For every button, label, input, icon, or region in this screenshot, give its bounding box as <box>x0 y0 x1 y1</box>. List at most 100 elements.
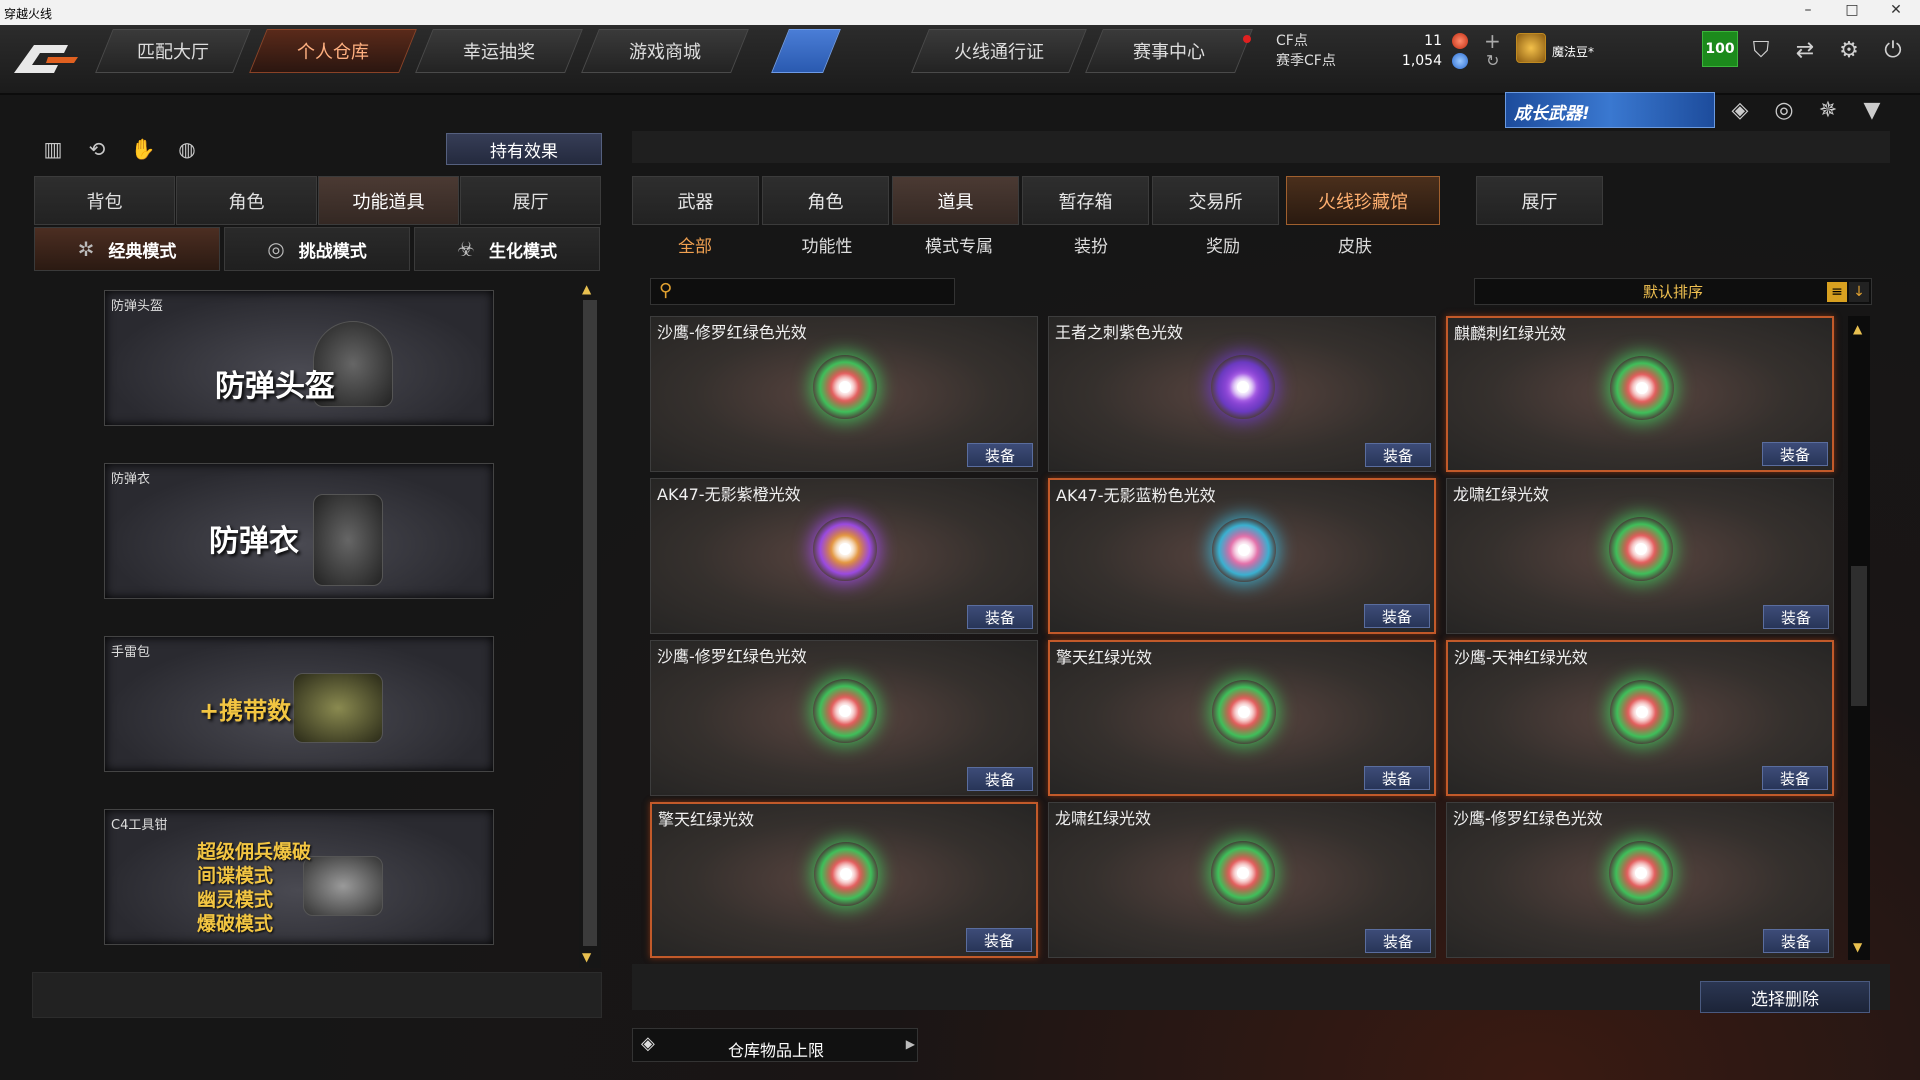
wings-icon[interactable]: ▼ <box>1856 94 1888 126</box>
equip-button[interactable]: 装备 <box>1762 766 1828 790</box>
target-icon[interactable]: ◎ <box>1768 94 1800 126</box>
refresh-icon[interactable]: ↻ <box>1486 51 1499 70</box>
history-icon[interactable]: ⟲ <box>82 134 112 164</box>
equip-button[interactable]: 装备 <box>1763 605 1829 629</box>
owned-effects-button[interactable]: 持有效果 <box>446 133 602 165</box>
left-tab-character[interactable]: 角色 <box>176 176 317 225</box>
currency-values: 11 1,054 <box>1386 31 1442 71</box>
list-item-grenade-pack[interactable]: 手雷包 +携带数 <box>104 636 494 772</box>
left-tab-functional-items[interactable]: 功能道具 <box>318 176 459 225</box>
expand-arrow-icon[interactable]: ▶ <box>906 1037 915 1051</box>
subtab-rewards[interactable]: 奖励 <box>1173 232 1273 257</box>
equip-button[interactable]: 装备 <box>1763 929 1829 953</box>
close-icon[interactable]: ✕ <box>1876 2 1916 18</box>
hand-icon[interactable]: ✋ <box>128 134 158 164</box>
nav-tab-blue-button[interactable] <box>771 29 841 73</box>
mode-tab-classic[interactable]: ✲ 经典模式 <box>34 227 220 271</box>
list-item-c4-pliers[interactable]: C4工具钳 超级佣兵爆破 间谍模式 幽灵模式 爆破模式 <box>104 809 494 945</box>
power-icon[interactable]: ⏻ <box>1876 33 1910 67</box>
crossed-swords-icon[interactable]: ✵ <box>1812 94 1844 126</box>
nav-tab-battle-pass[interactable]: 火线通行证 <box>911 29 1087 73</box>
subtab-functional[interactable]: 功能性 <box>777 232 877 257</box>
equip-button[interactable]: 装备 <box>967 443 1033 467</box>
nav-tab-events[interactable]: 赛事中心 <box>1085 29 1253 73</box>
growth-weapon-banner[interactable]: 成长武器! <box>1505 92 1715 128</box>
nav-tab-warehouse[interactable]: 个人仓库 <box>249 29 417 73</box>
subtab-cosmetic[interactable]: 装扮 <box>1041 232 1141 257</box>
nav-tab-match-lobby[interactable]: 匹配大厅 <box>95 29 251 73</box>
scroll-up-icon[interactable]: ▲ <box>582 282 591 296</box>
level-badge[interactable]: 100 <box>1702 31 1738 67</box>
maximize-icon[interactable]: □ <box>1832 2 1872 18</box>
search-input[interactable]: ⚲ <box>650 278 955 305</box>
gear-icon[interactable]: ⚙ <box>1832 33 1866 67</box>
right-tab-storage[interactable]: 暂存箱 <box>1022 176 1149 225</box>
subtab-mode-exclusive[interactable]: 模式专属 <box>909 232 1009 257</box>
left-tab-showroom[interactable]: 展厅 <box>460 176 601 225</box>
avatar[interactable] <box>1516 33 1546 63</box>
right-tab-character[interactable]: 角色 <box>762 176 889 225</box>
equip-button[interactable]: 装备 <box>1364 604 1430 628</box>
subtab-skins[interactable]: 皮肤 <box>1305 232 1405 257</box>
right-scrollbar[interactable]: ▲ ▼ <box>1848 316 1870 960</box>
list-item-armor[interactable]: 防弹衣 防弹衣 <box>104 463 494 599</box>
bag-icon[interactable]: ◍ <box>172 134 202 164</box>
right-tab-items[interactable]: 道具 <box>892 176 1019 225</box>
nav-tab-lucky-draw[interactable]: 幸运抽奖 <box>415 29 583 73</box>
right-tab-exchange[interactable]: 交易所 <box>1152 176 1279 225</box>
item-card[interactable]: 龙啸红绿光效 装备 <box>1048 802 1436 958</box>
right-tab-collection[interactable]: 火线珍藏馆 <box>1286 176 1440 225</box>
season-coin-icon <box>1452 53 1468 69</box>
item-card[interactable]: 擎天红绿光效 装备 <box>650 802 1038 958</box>
item-card[interactable]: AK47-无影蓝粉色光效 装备 <box>1048 478 1436 634</box>
item-card[interactable]: 龙啸红绿光效装备 <box>1446 478 1834 634</box>
equip-button[interactable]: 装备 <box>967 605 1033 629</box>
left-footer-bar <box>32 972 602 1018</box>
equip-button[interactable]: 装备 <box>1365 443 1431 467</box>
item-card[interactable]: 沙鹰-天神红绿光效装备 <box>1446 640 1834 796</box>
cf-logo-icon[interactable] <box>8 33 88 85</box>
mode-line: 超级佣兵爆破 <box>197 841 312 863</box>
minimize-icon[interactable]: – <box>1788 2 1828 18</box>
left-tab-backpack[interactable]: 背包 <box>34 176 175 225</box>
glow-effect-icon <box>814 842 878 906</box>
right-tab-weapons[interactable]: 武器 <box>632 176 759 225</box>
equip-button[interactable]: 装备 <box>1364 766 1430 790</box>
list-item-helmet[interactable]: 防弹头盔 防弹头盔 <box>104 290 494 426</box>
item-card[interactable]: 擎天红绿光效 装备 <box>1048 640 1436 796</box>
item-card[interactable]: 王者之刺紫色光效 装备 <box>1048 316 1436 472</box>
list-view-icon[interactable]: ≡ <box>1827 282 1847 302</box>
badge-v-icon[interactable]: ◈ <box>1724 94 1756 126</box>
scroll-down-icon[interactable]: ▼ <box>1853 940 1862 954</box>
scroll-down-icon[interactable]: ▼ <box>582 950 591 964</box>
nav-tab-shop[interactable]: 游戏商城 <box>581 29 749 73</box>
add-currency-icon[interactable]: + <box>1484 29 1501 53</box>
item-name: 龙啸红绿光效 <box>1453 485 1550 504</box>
mode-tab-biohazard[interactable]: ☣ 生化模式 <box>414 227 600 271</box>
left-scrollbar[interactable]: ▲ ▼ <box>579 278 601 968</box>
scroll-thumb[interactable] <box>1851 566 1867 706</box>
exchange-icon[interactable]: ⇄ <box>1788 33 1822 67</box>
scroll-up-icon[interactable]: ▲ <box>1853 322 1862 336</box>
mode-tab-challenge[interactable]: ◎ 挑战模式 <box>224 227 410 271</box>
item-card[interactable]: AK47-无影紫橙光效 装备 <box>650 478 1038 634</box>
item-card[interactable]: 沙鹰-修罗红绿色光效 装备 <box>650 316 1038 472</box>
sort-dropdown[interactable]: 默认排序 ≡ ↓ <box>1474 278 1872 305</box>
subtab-all[interactable]: 全部 <box>645 232 745 257</box>
scroll-thumb[interactable] <box>583 300 597 946</box>
equip-button[interactable]: 装备 <box>967 767 1033 791</box>
item-name: 沙鹰-天神红绿光效 <box>1454 648 1588 667</box>
right-tab-showroom[interactable]: 展厅 <box>1476 176 1603 225</box>
equip-button[interactable]: 装备 <box>1365 929 1431 953</box>
heartbeat-icon: ◎ <box>267 237 285 261</box>
item-card[interactable]: 沙鹰-修罗红绿色光效 装备 <box>650 640 1038 796</box>
item-card[interactable]: 沙鹰-修罗红绿色光效 装备 <box>1446 802 1834 958</box>
storage-limit-bar[interactable]: ◈ 仓库物品上限 ▶ <box>632 1028 918 1062</box>
equip-button[interactable]: 装备 <box>1762 442 1828 466</box>
shield-icon[interactable]: ⛉ <box>1744 33 1778 67</box>
stats-icon[interactable]: ▥ <box>38 134 68 164</box>
sort-direction-icon[interactable]: ↓ <box>1849 282 1869 302</box>
item-card[interactable]: 麒麟刺红绿光效 装备 <box>1446 316 1834 472</box>
equip-button[interactable]: 装备 <box>966 928 1032 952</box>
select-delete-button[interactable]: 选择删除 <box>1700 981 1870 1013</box>
